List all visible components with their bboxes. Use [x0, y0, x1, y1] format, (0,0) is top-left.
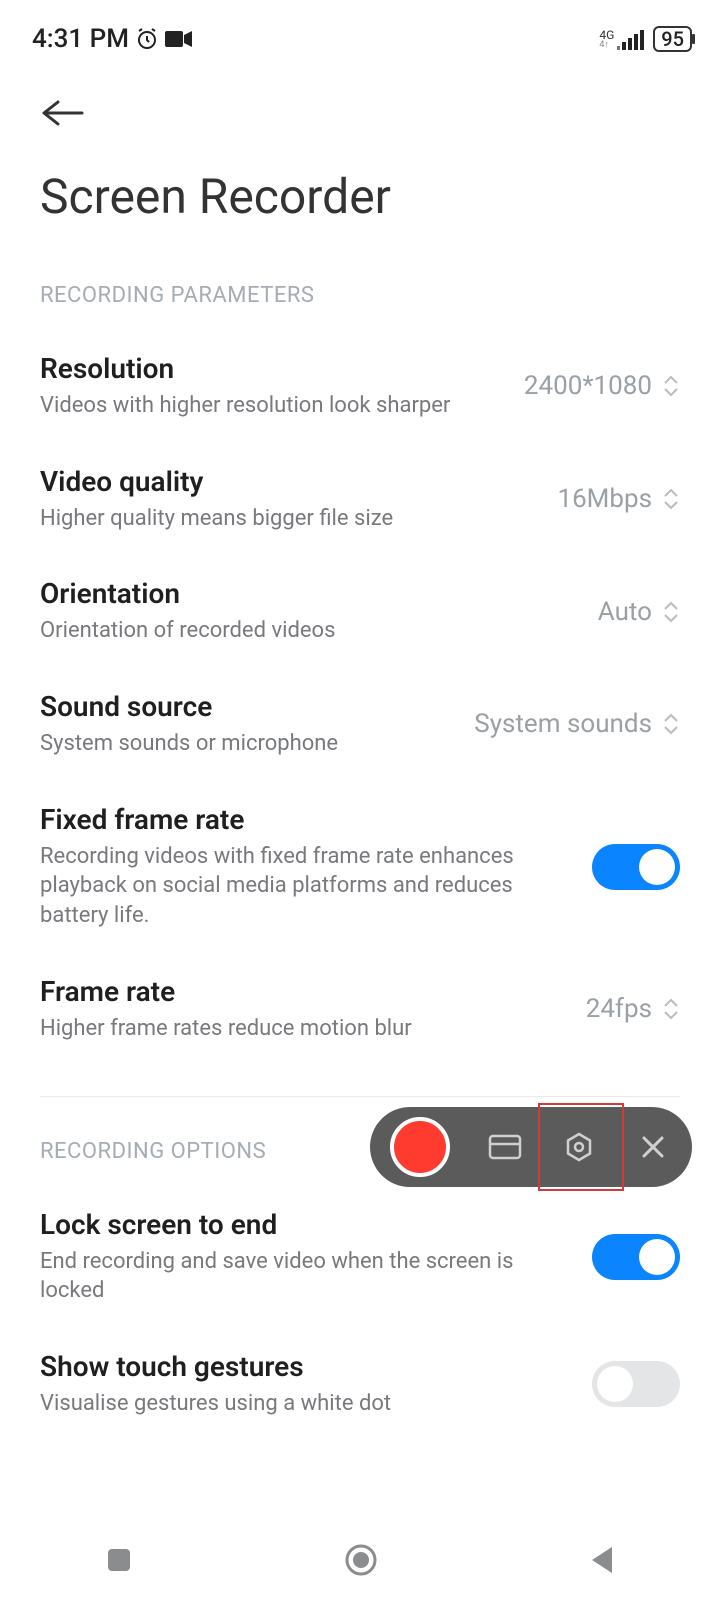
section-head-parameters: RECORDING PARAMETERS — [0, 225, 720, 308]
record-button[interactable] — [390, 1117, 450, 1177]
system-nav-bar — [0, 1520, 720, 1600]
nav-recents-button[interactable] — [104, 1545, 134, 1575]
alarm-icon — [135, 27, 159, 51]
status-time: 4:31 PM — [32, 24, 129, 54]
updown-icon — [662, 998, 680, 1020]
updown-icon — [662, 601, 680, 623]
updown-icon — [662, 713, 680, 735]
fixedframe-label: Fixed frame rate — [40, 803, 572, 836]
lock-screen-end-toggle[interactable] — [592, 1234, 680, 1280]
back-button[interactable] — [40, 98, 680, 128]
framerate-label: Frame rate — [40, 975, 566, 1008]
setting-sound-source[interactable]: Sound source System sounds or microphone… — [0, 646, 720, 759]
fixed-frame-rate-toggle[interactable] — [592, 844, 680, 890]
updown-icon — [662, 488, 680, 510]
framerate-value: 24fps — [586, 994, 652, 1024]
resolution-desc: Videos with higher resolution look sharp… — [40, 391, 504, 421]
sound-value: System sounds — [474, 709, 652, 739]
sound-label: Sound source — [40, 690, 454, 723]
resolution-value: 2400*1080 — [524, 371, 652, 401]
orientation-value: Auto — [598, 597, 652, 627]
status-left: 4:31 PM — [32, 24, 193, 54]
orientation-label: Orientation — [40, 577, 578, 610]
folder-icon[interactable] — [486, 1128, 524, 1166]
recorder-floating-bar[interactable] — [370, 1107, 692, 1187]
orientation-desc: Orientation of recorded videos — [40, 616, 578, 646]
gestures-label: Show touch gestures — [40, 1350, 572, 1383]
updown-icon — [662, 375, 680, 397]
setting-orientation[interactable]: Orientation Orientation of recorded vide… — [0, 533, 720, 646]
quality-label: Video quality — [40, 465, 537, 498]
nav-home-button[interactable] — [343, 1542, 379, 1578]
highlight-box — [538, 1103, 624, 1191]
framerate-desc: Higher frame rates reduce motion blur — [40, 1014, 566, 1044]
status-bar: 4:31 PM 4G 4↑ 95 — [0, 0, 720, 60]
close-icon[interactable] — [634, 1128, 672, 1166]
setting-video-quality[interactable]: Video quality Higher quality means bigge… — [0, 421, 720, 534]
network-icon: 4G 4↑ — [599, 28, 647, 50]
setting-frame-rate[interactable]: Frame rate Higher frame rates reduce mot… — [0, 931, 720, 1044]
video-icon — [165, 29, 193, 49]
page-title: Screen Recorder — [0, 128, 720, 225]
sound-desc: System sounds or microphone — [40, 729, 454, 759]
lockend-label: Lock screen to end — [40, 1208, 572, 1241]
gestures-desc: Visualise gestures using a white dot — [40, 1389, 572, 1419]
quality-value: 16Mbps — [557, 484, 652, 514]
resolution-label: Resolution — [40, 352, 504, 385]
nav-back-button[interactable] — [588, 1545, 616, 1575]
quality-desc: Higher quality means bigger file size — [40, 504, 537, 534]
lockend-desc: End recording and save video when the sc… — [40, 1247, 572, 1306]
fixedframe-desc: Recording videos with fixed frame rate e… — [40, 842, 572, 931]
status-right: 4G 4↑ 95 — [599, 26, 692, 52]
touch-gestures-toggle[interactable] — [592, 1361, 680, 1407]
setting-resolution[interactable]: Resolution Videos with higher resolution… — [0, 308, 720, 421]
setting-show-touch-gestures: Show touch gestures Visualise gestures u… — [0, 1306, 720, 1419]
setting-fixed-frame-rate: Fixed frame rate Recording videos with f… — [0, 759, 720, 931]
battery-indicator: 95 — [653, 26, 692, 52]
